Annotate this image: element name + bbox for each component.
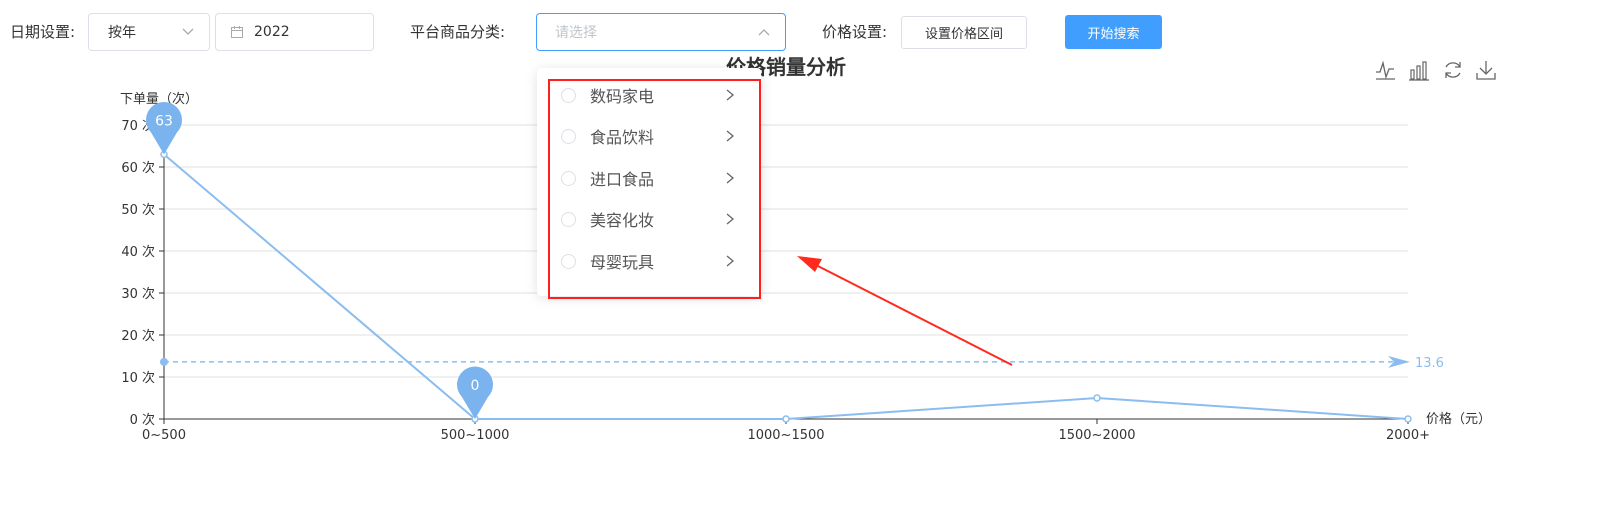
series-line: [163, 153, 1409, 420]
category-option-label: 数码家电: [590, 87, 655, 106]
mark-line-label: 13.6: [1415, 356, 1444, 371]
category-option[interactable]: 美容化妆: [537, 202, 761, 236]
x-tick-label: 1500~2000: [1058, 428, 1135, 443]
radio-icon[interactable]: [561, 170, 576, 186]
chevron-right-icon: [726, 130, 735, 142]
chevron-right-icon: [726, 172, 735, 184]
category-option[interactable]: 数码家电: [537, 78, 761, 112]
y-tick-label: 40 次: [121, 244, 155, 260]
chevron-right-icon: [726, 89, 735, 101]
y-tick-label: 10 次: [121, 370, 155, 386]
data-point: [1093, 394, 1101, 402]
category-dropdown: 数码家电食品饮料进口食品美容化妆母婴玩具: [537, 68, 761, 296]
x-tick-label: 1000~1500: [747, 428, 824, 443]
category-option[interactable]: 母婴玩具: [537, 244, 761, 278]
data-point: [782, 415, 790, 423]
radio-icon[interactable]: [561, 295, 576, 296]
price-sales-chart: 价格销量分析 下单量（次） 价格（元） 0 次10 次20 次30 次40 次5…: [120, 55, 1496, 443]
y-tick-label: 50 次: [121, 202, 155, 218]
y-tick-label: 60 次: [121, 160, 155, 176]
category-option[interactable]: 食品饮料: [537, 119, 761, 153]
category-option-label: 母婴玩具: [590, 253, 655, 272]
y-tick-label: 0 次: [130, 412, 155, 428]
y-tick-label: 20 次: [121, 328, 155, 344]
chevron-right-icon: [726, 255, 735, 267]
category-option-partial[interactable]: [537, 286, 761, 296]
category-option-label: 美容化妆: [590, 211, 655, 230]
x-tick-label: 0~500: [142, 428, 186, 443]
refresh-icon[interactable]: [1445, 62, 1461, 78]
mark-point-label: 0: [471, 378, 480, 394]
line-chart-icon[interactable]: [1376, 60, 1395, 80]
category-option[interactable]: 进口食品: [537, 161, 761, 195]
x-axis-title: 价格（元）: [1426, 411, 1491, 427]
bar-chart-icon[interactable]: [1409, 61, 1429, 81]
category-option-label: 食品饮料: [590, 128, 655, 147]
radio-icon[interactable]: [561, 128, 576, 144]
category-option-label: 进口食品: [590, 170, 655, 189]
x-tick-label: 500~1000: [441, 428, 510, 443]
radio-icon[interactable]: [561, 87, 576, 103]
chevron-right-icon: [726, 213, 735, 225]
mark-point-label: 63: [155, 113, 173, 129]
annotation-arrow: [797, 256, 1013, 366]
x-tick-label: 2000+: [1386, 428, 1430, 443]
radio-icon[interactable]: [561, 253, 576, 269]
data-point: [1404, 415, 1412, 423]
radio-icon[interactable]: [561, 211, 576, 227]
y-tick-label: 30 次: [121, 286, 155, 302]
download-icon[interactable]: [1476, 61, 1496, 80]
